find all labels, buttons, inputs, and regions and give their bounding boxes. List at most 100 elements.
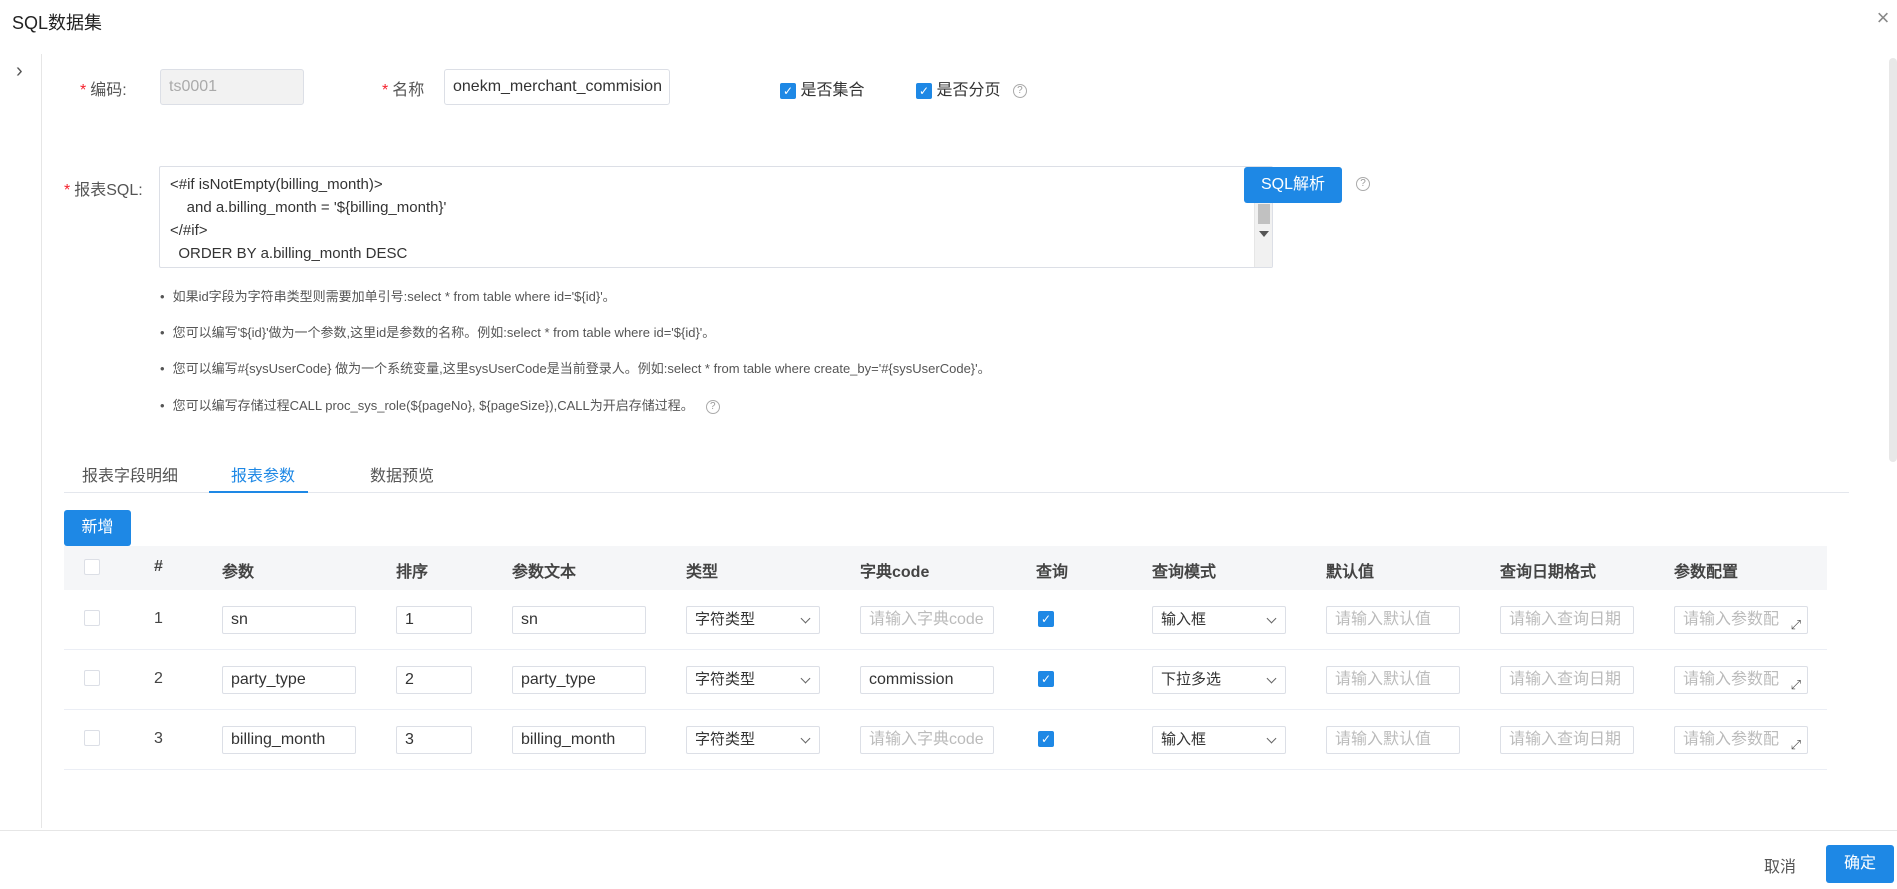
type-select[interactable]: 字符类型 — [686, 606, 820, 634]
param-input[interactable]: billing_month — [222, 726, 356, 754]
dict-code-input[interactable]: commission — [860, 666, 994, 694]
type-select[interactable]: 字符类型 — [686, 726, 820, 754]
chevron-down-icon — [1266, 733, 1277, 744]
cancel-button[interactable]: 取消 — [1764, 853, 1796, 877]
query-mode-select[interactable]: 下拉多选 — [1152, 666, 1286, 694]
param-input[interactable]: sn — [222, 606, 356, 634]
name-label: * 名称 — [382, 82, 425, 99]
side-rail: › — [0, 54, 42, 828]
expand-icon[interactable]: ⤢ — [1791, 612, 1801, 633]
confirm-button[interactable]: 确定 — [1826, 845, 1894, 883]
dialog-scrollbar[interactable] — [1889, 58, 1897, 462]
chevron-right-icon[interactable]: › — [16, 60, 23, 83]
help-icon[interactable]: ? — [1356, 177, 1370, 191]
col-type: 类型 — [686, 564, 719, 581]
is-collection-checkbox[interactable]: ✓ 是否集合 — [780, 76, 864, 100]
col-date-format: 查询日期格式 — [1500, 564, 1597, 581]
scroll-thumb[interactable] — [1258, 204, 1270, 224]
col-param-text: 参数文本 — [512, 564, 577, 581]
chevron-down-icon — [1266, 673, 1277, 684]
row-index: 1 — [154, 610, 163, 627]
order-input[interactable]: 2 — [396, 666, 472, 694]
required-mark: * — [64, 182, 71, 199]
sql-text: <#if isNotEmpty(billing_month)> and a.bi… — [170, 176, 447, 262]
dict-code-input[interactable]: 请输入字典code — [860, 606, 994, 634]
table-row: 1 sn 1 sn 字符类型 请输入字典code ✓ 输入框 请输入默认值 请输… — [64, 590, 1827, 650]
table-row: 3 billing_month 3 billing_month 字符类型 请输入… — [64, 710, 1827, 770]
param-config-input[interactable]: 请输入参数配 ⤢ — [1674, 726, 1808, 754]
add-button[interactable]: 新增 — [64, 510, 131, 546]
date-format-input[interactable]: 请输入查询日期 — [1500, 726, 1634, 754]
query-mode-select[interactable]: 输入框 — [1152, 726, 1286, 754]
row-checkbox[interactable] — [84, 610, 100, 626]
param-config-input[interactable]: 请输入参数配 ⤢ — [1674, 606, 1808, 634]
dialog-footer: 取消 确定 — [0, 830, 1897, 889]
help-icon[interactable]: ? — [705, 399, 720, 414]
required-mark: * — [80, 82, 87, 99]
is-paged-checkbox[interactable]: ✓ 是否分页 ? — [916, 76, 1027, 100]
col-param-config: 参数配置 — [1674, 564, 1739, 581]
close-icon[interactable]: × — [1873, 7, 1893, 29]
chevron-down-icon — [800, 613, 811, 624]
sql-editor[interactable]: <#if isNotEmpty(billing_month)> and a.bi… — [159, 166, 1273, 268]
code-input[interactable]: ts0001 — [160, 69, 304, 105]
param-text-input[interactable]: party_type — [512, 666, 646, 694]
dialog-content: * 编码: ts0001 * 名称 onekm_merchant_commision… — [42, 50, 1889, 830]
query-checkbox[interactable]: ✓ — [1038, 731, 1054, 747]
col-query-mode: 查询模式 — [1152, 564, 1217, 581]
query-mode-select[interactable]: 输入框 — [1152, 606, 1286, 634]
row-checkbox[interactable] — [84, 670, 100, 686]
sql-label: * 报表SQL: — [64, 182, 143, 199]
expand-icon[interactable]: ⤢ — [1791, 732, 1801, 753]
date-format-input[interactable]: 请输入查询日期 — [1500, 606, 1634, 634]
name-input[interactable]: onekm_merchant_commision — [444, 69, 670, 105]
col-dict-code: 字典code — [860, 564, 930, 581]
help-icon[interactable]: ? — [1012, 83, 1027, 98]
param-text-input[interactable]: billing_month — [512, 726, 646, 754]
dialog-header: SQL数据集 × — [0, 0, 1897, 50]
sql-dataset-dialog: SQL数据集 × › * 编码: ts0001 * 名称 onekm_merchan… — [0, 0, 1897, 889]
default-input[interactable]: 请输入默认值 — [1326, 726, 1460, 754]
default-input[interactable]: 请输入默认值 — [1326, 666, 1460, 694]
col-param: 参数 — [222, 564, 255, 581]
dict-code-input[interactable]: 请输入字典code — [860, 726, 994, 754]
row-index: 2 — [154, 670, 163, 687]
tip-item: 您可以编写#{sysUserCode} 做为一个系统变量,这里sysUserCo… — [160, 358, 991, 377]
date-format-input[interactable]: 请输入查询日期 — [1500, 666, 1634, 694]
order-input[interactable]: 1 — [396, 606, 472, 634]
select-all-checkbox[interactable] — [84, 559, 100, 575]
param-input[interactable]: party_type — [222, 666, 356, 694]
tip-item: 您可以编写存储过程CALL proc_sys_role(${pageNo}, $… — [160, 395, 720, 414]
code-label: * 编码: — [80, 82, 127, 99]
tip-item: 如果id字段为字符串类型则需要加单引号:select * from table … — [160, 286, 616, 305]
chevron-down-icon — [800, 733, 811, 744]
required-mark: * — [382, 82, 389, 99]
scroll-down-icon[interactable] — [1259, 231, 1269, 237]
type-select[interactable]: 字符类型 — [686, 666, 820, 694]
row-checkbox[interactable] — [84, 730, 100, 746]
expand-icon[interactable]: ⤢ — [1791, 672, 1801, 693]
table-header: # 参数 排序 参数文本 类型 字典code 查询 查询模式 默认值 查询日期格… — [64, 546, 1827, 590]
query-checkbox[interactable]: ✓ — [1038, 611, 1054, 627]
tab-field-detail[interactable]: 报表字段明细 — [82, 462, 178, 486]
default-input[interactable]: 请输入默认值 — [1326, 606, 1460, 634]
table-row: 2 party_type 2 party_type 字符类型 commissio… — [64, 650, 1827, 710]
sql-parse-button[interactable]: SQL解析 — [1244, 167, 1342, 203]
param-text-input[interactable]: sn — [512, 606, 646, 634]
active-tab-indicator — [209, 491, 308, 493]
row-index: 3 — [154, 730, 163, 747]
tab-report-params[interactable]: 报表参数 — [231, 462, 295, 486]
order-input[interactable]: 3 — [396, 726, 472, 754]
chevron-down-icon — [800, 673, 811, 684]
col-order: 排序 — [396, 564, 429, 581]
param-config-input[interactable]: 请输入参数配 ⤢ — [1674, 666, 1808, 694]
col-default: 默认值 — [1326, 564, 1375, 581]
tab-data-preview[interactable]: 数据预览 — [370, 462, 434, 486]
chevron-down-icon — [1266, 613, 1277, 624]
tab-bar: 报表字段明细 报表参数 数据预览 — [64, 456, 1849, 493]
tip-item: 您可以编写'${id}'做为一个参数,这里id是参数的名称。例如:select … — [160, 322, 716, 341]
checkbox-checked-icon: ✓ — [780, 82, 796, 99]
checkbox-checked-icon: ✓ — [916, 82, 932, 99]
query-checkbox[interactable]: ✓ — [1038, 671, 1054, 687]
col-query: 查询 — [1036, 564, 1069, 581]
